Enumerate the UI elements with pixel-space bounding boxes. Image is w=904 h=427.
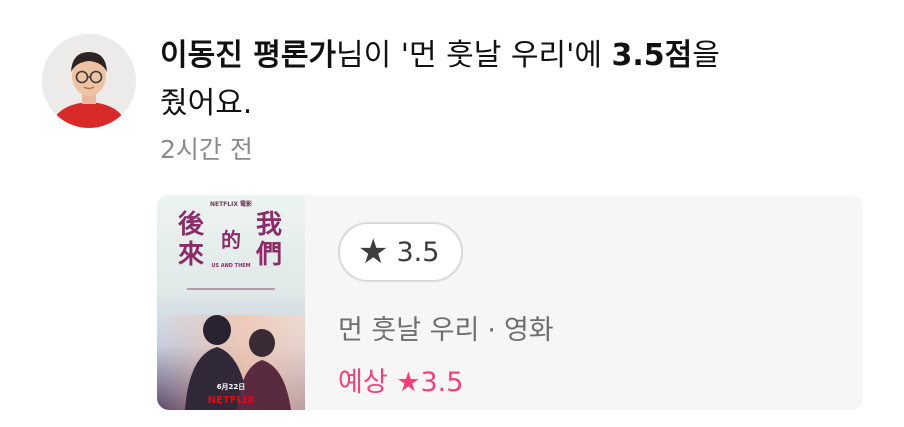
rating-chip[interactable]: ★ 3.5 [338, 222, 464, 282]
poster-title-char: 的 [221, 228, 241, 252]
message-text: 님이 '먼 훗날 우리'에 [336, 38, 612, 73]
poster-title-char: 們 [255, 240, 282, 270]
expected-value: 3.5 [420, 367, 464, 398]
poster-title-char: 我 [256, 210, 282, 240]
reviewer-name[interactable]: 이동진 평론가 [160, 38, 336, 73]
poster-figure [203, 315, 231, 345]
poster-brand-top: NETFLIX 電影 [210, 200, 252, 208]
message-particle: 을 [692, 38, 720, 73]
poster-subtitle: US AND THEM [211, 263, 250, 269]
poster-release-date: 6月22日 [217, 383, 246, 391]
poster-caption-line [187, 288, 275, 290]
message-text-line2: 줬어요. [160, 86, 253, 121]
rating-notification[interactable]: 이동진 평론가님이 '먼 훗날 우리'에 3.5점을 줬어요. 2시간 전 NE… [0, 0, 904, 427]
movie-poster[interactable]: NETFLIX 電影 後 來 的 我 們 US AND THEM 6月22日 N… [157, 195, 305, 410]
expected-star-icon: ★ [396, 367, 421, 398]
expected-rating: 예상 ★3.5 [338, 363, 463, 403]
expected-label: 예상 [338, 367, 388, 398]
movie-info[interactable]: 먼 훗날 우리 · 영화 [338, 311, 554, 351]
reviewer-avatar[interactable] [42, 34, 136, 128]
poster-title-char: 來 [178, 240, 204, 270]
movie-card[interactable]: NETFLIX 電影 後 來 的 我 們 US AND THEM 6月22日 N… [157, 195, 863, 410]
notification-message: 이동진 평론가님이 '먼 훗날 우리'에 3.5점을 줬어요. [160, 32, 800, 128]
poster-figure [249, 329, 275, 357]
poster-brand-bottom: NETFLIX [208, 395, 255, 406]
separator-dot: · [487, 315, 496, 346]
poster-title-char: 後 [178, 209, 205, 240]
score-value: 3.5점 [611, 38, 693, 73]
movie-category: 영화 [503, 315, 554, 346]
rating-chip-value: 3.5 [396, 236, 440, 268]
movie-title: 먼 훗날 우리 [338, 315, 480, 346]
star-icon: ★ [358, 232, 389, 272]
timestamp: 2시간 전 [160, 135, 253, 164]
